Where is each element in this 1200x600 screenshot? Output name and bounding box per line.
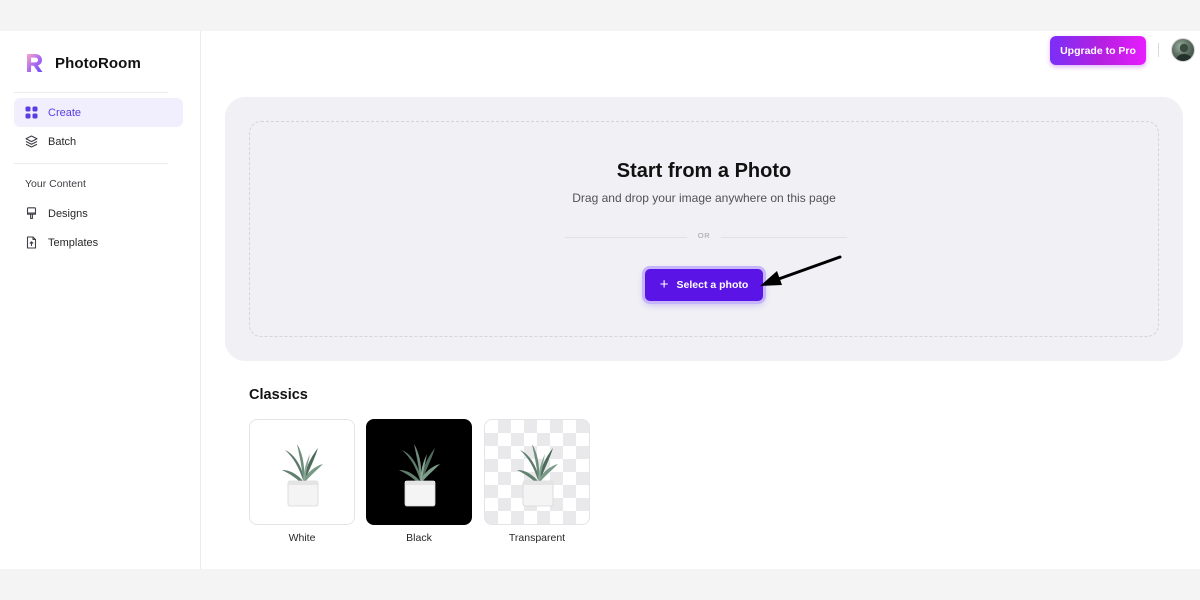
sidebar: PhotoRoom Create Batch Your Content Desi… (0, 31, 201, 569)
plus-icon: + (659, 276, 669, 293)
user-avatar[interactable] (1171, 38, 1195, 62)
sidebar-item-label: Designs (48, 207, 88, 220)
drop-zone[interactable] (249, 121, 1159, 337)
select-photo-label: Select a photo (676, 279, 749, 291)
tile-label-white: White (288, 532, 316, 544)
tile-label-black: Black (406, 532, 432, 544)
classic-tile-transparent[interactable] (484, 419, 590, 525)
plant-icon (517, 444, 558, 507)
tile-label-transparent: Transparent (508, 532, 566, 544)
select-photo-button[interactable]: + Select a photo (645, 269, 763, 301)
sidebar-item-designs[interactable]: Designs (14, 199, 183, 228)
sidebar-divider (14, 92, 168, 93)
upgrade-to-pro-button[interactable]: Upgrade to Pro (1050, 36, 1146, 65)
header-divider (1158, 43, 1159, 57)
plant-icon (282, 444, 323, 507)
brand-name: PhotoRoom (55, 54, 141, 72)
app-window: PhotoRoom Create Batch Your Content Desi… (0, 31, 1200, 569)
sidebar-divider (14, 163, 168, 164)
grid-icon (25, 106, 38, 119)
layers-icon (25, 135, 38, 148)
classic-tile-white[interactable] (249, 419, 355, 525)
sidebar-item-label: Templates (48, 236, 99, 249)
sidebar-item-templates[interactable]: Templates (14, 228, 183, 257)
sidebar-item-create[interactable]: Create (14, 98, 183, 127)
drop-title: Start from a Photo (616, 160, 792, 182)
sidebar-item-label: Batch (48, 135, 77, 148)
brush-icon (26, 207, 37, 220)
classic-tile-black[interactable] (366, 419, 472, 525)
avatar-image (1175, 43, 1193, 61)
sidebar-item-label: Create (48, 106, 82, 119)
drop-subtitle: Drag and drop your image anywhere on thi… (572, 191, 836, 205)
section-label-your-content: Your Content (25, 178, 86, 190)
pointer-arrow-icon (760, 255, 842, 286)
classics-title: Classics (249, 387, 308, 403)
brand[interactable]: PhotoRoom (24, 51, 141, 75)
or-label: OR (687, 231, 721, 240)
upload-card: Start from a Photo Drag and drop your im… (225, 97, 1183, 361)
photoroom-logo-icon (27, 54, 43, 72)
plant-icon (399, 444, 440, 507)
template-icon (26, 236, 37, 249)
sidebar-item-batch[interactable]: Batch (14, 127, 183, 156)
